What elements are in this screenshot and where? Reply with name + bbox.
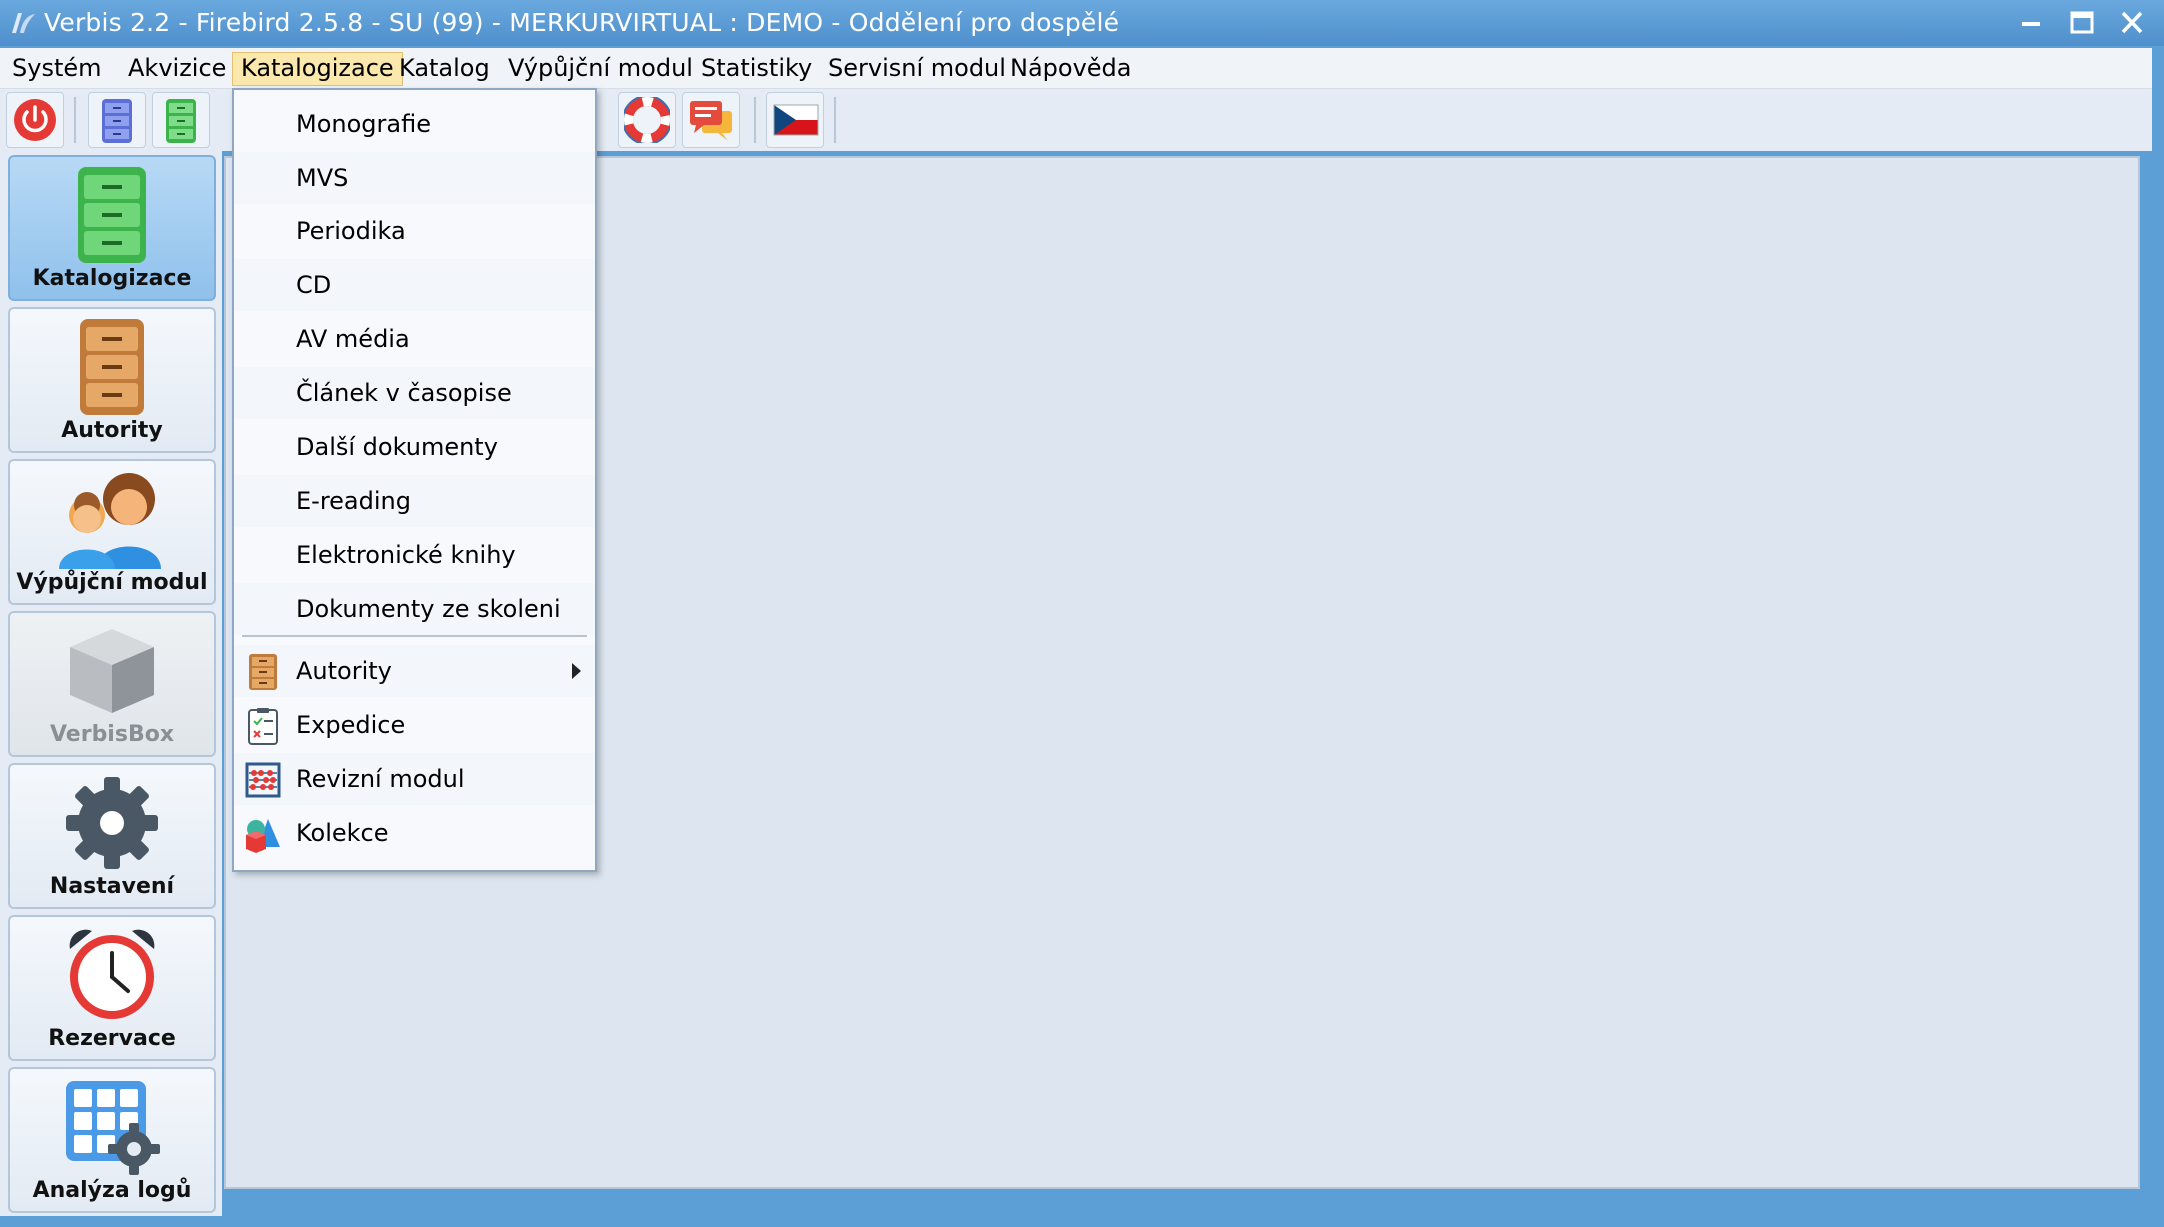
nav-tile-autority[interactable]: Autority <box>8 307 216 453</box>
menu-item-monografie[interactable]: Monografie <box>234 98 595 150</box>
nav-label-autority: Autority <box>61 418 163 443</box>
menu-item-label: Revizní modul <box>296 765 465 793</box>
menu-item-label: Periodika <box>296 217 406 245</box>
menu-item-label: Autority <box>296 657 392 685</box>
messages-button[interactable] <box>682 92 740 148</box>
menu-item-label: E-reading <box>296 487 411 515</box>
menu-item-autority[interactable]: Autority <box>234 645 595 697</box>
menu-item-label: Monografie <box>296 110 431 138</box>
catalog-green-button[interactable] <box>152 92 210 148</box>
power-button[interactable] <box>6 92 64 148</box>
brown-cabinet-icon <box>249 654 277 690</box>
nav-tile-rezervace[interactable]: Rezervace <box>8 915 216 1061</box>
menu-item-label: CD <box>296 271 332 299</box>
menu-servisni-modul[interactable]: Servisní modul <box>820 52 1014 84</box>
menu-item-elektronicke-knihy[interactable]: Elektronické knihy <box>234 529 595 581</box>
nav-label-rezervace: Rezervace <box>48 1026 176 1051</box>
toolbar-separator <box>754 97 756 143</box>
submenu-arrow-icon <box>572 663 581 679</box>
menu-item-label: MVS <box>296 164 349 192</box>
menu-item-label: Kolekce <box>296 819 389 847</box>
nav-label-vypujcni-modul: Výpůjční modul <box>16 570 208 595</box>
window-title: Verbis 2.2 - Firebird 2.5.8 - SU (99) - … <box>44 8 1120 37</box>
nav-label-verbisbox: VerbisBox <box>49 722 175 747</box>
app-window: Verbis 2.2 - Firebird 2.5.8 - SU (99) - … <box>0 0 2164 1227</box>
abacus-icon <box>245 762 281 798</box>
maximize-button[interactable] <box>2060 4 2104 42</box>
app-logo-icon <box>12 13 35 33</box>
menu-vypujcni-modul[interactable]: Výpůjční modul <box>500 52 701 84</box>
nav-label-analyza-logu: Analýza logů <box>32 1178 192 1203</box>
chat-icon <box>690 101 732 141</box>
menu-item-dokumenty-ze-skoleni[interactable]: Dokumenty ze skoleni <box>234 583 595 635</box>
menu-item-cd[interactable]: CD <box>234 259 595 311</box>
window-border-right <box>2152 46 2164 1227</box>
menu-item-expedice[interactable]: Expedice <box>234 699 595 751</box>
left-navigation: Katalogizace Autority Výpůjční modul Ver… <box>0 151 222 1216</box>
menu-item-label: Expedice <box>296 711 406 739</box>
menu-separator <box>242 635 587 637</box>
toolbar-separator <box>834 97 836 143</box>
minimize-button[interactable] <box>2010 4 2054 42</box>
nav-tile-nastaveni[interactable]: Nastavení <box>8 763 216 909</box>
menu-katalog[interactable]: Katalog <box>391 52 498 84</box>
lifebuoy-icon <box>624 97 670 143</box>
box-icon <box>70 629 154 713</box>
power-icon <box>14 99 56 141</box>
menu-item-av-media[interactable]: AV média <box>234 313 595 365</box>
grid-gear-icon <box>66 1081 160 1175</box>
katalogizace-dropdown-menu: Monografie MVS Periodika CD AV média Člá… <box>232 88 597 872</box>
nav-tile-analyza-logu[interactable]: Analýza logů <box>8 1067 216 1213</box>
title-bar[interactable]: Verbis 2.2 - Firebird 2.5.8 - SU (99) - … <box>0 0 2164 46</box>
menu-item-label: Elektronické knihy <box>296 541 516 569</box>
window-border-bottom <box>0 1216 2164 1227</box>
nav-tile-vypujcni-modul[interactable]: Výpůjční modul <box>8 459 216 605</box>
gear-icon <box>66 777 158 869</box>
checklist-icon <box>248 708 278 745</box>
green-cabinet-icon <box>78 167 146 263</box>
menu-item-dalsi-dokumenty[interactable]: Další dokumenty <box>234 421 595 473</box>
toolbar-separator <box>74 97 76 143</box>
menu-item-label: Další dokumenty <box>296 433 498 461</box>
menu-item-clanek-v-casopise[interactable]: Článek v časopise <box>234 367 595 419</box>
menu-bar: Systém Akvizice Katalogizace Katalog Výp… <box>0 48 2152 89</box>
menu-item-mvs[interactable]: MVS <box>234 152 595 204</box>
green-cabinet-icon <box>166 99 196 143</box>
menu-system[interactable]: Systém <box>4 52 110 84</box>
help-button[interactable] <box>618 92 676 148</box>
menu-item-revizni-modul[interactable]: Revizní modul <box>234 753 595 805</box>
language-button[interactable] <box>766 92 824 148</box>
menu-item-label: AV média <box>296 325 410 353</box>
nav-tile-verbisbox: VerbisBox <box>8 611 216 757</box>
blue-cabinet-icon <box>102 99 132 143</box>
nav-label-nastaveni: Nastavení <box>49 874 175 899</box>
brown-cabinet-icon <box>80 319 144 415</box>
shapes-icon <box>246 819 280 853</box>
nav-tile-katalogizace[interactable]: Katalogizace <box>8 155 216 301</box>
menu-item-kolekce[interactable]: Kolekce <box>234 807 595 859</box>
menu-item-periodika[interactable]: Periodika <box>234 205 595 257</box>
people-icon <box>59 473 161 569</box>
nav-label-katalogizace: Katalogizace <box>32 266 192 291</box>
catalog-blue-button[interactable] <box>88 92 146 148</box>
menu-katalogizace[interactable]: Katalogizace <box>232 52 403 86</box>
menu-napoveda[interactable]: Nápověda <box>1002 52 1140 84</box>
menu-item-label: Dokumenty ze skoleni <box>296 595 561 623</box>
menu-akvizice[interactable]: Akvizice <box>120 52 234 84</box>
czech-flag-icon <box>773 104 819 136</box>
close-button[interactable] <box>2110 4 2154 42</box>
alarm-clock-icon <box>69 929 155 1019</box>
menu-item-e-reading[interactable]: E-reading <box>234 475 595 527</box>
menu-statistiky[interactable]: Statistiky <box>693 52 820 84</box>
menu-item-label: Článek v časopise <box>296 379 512 407</box>
